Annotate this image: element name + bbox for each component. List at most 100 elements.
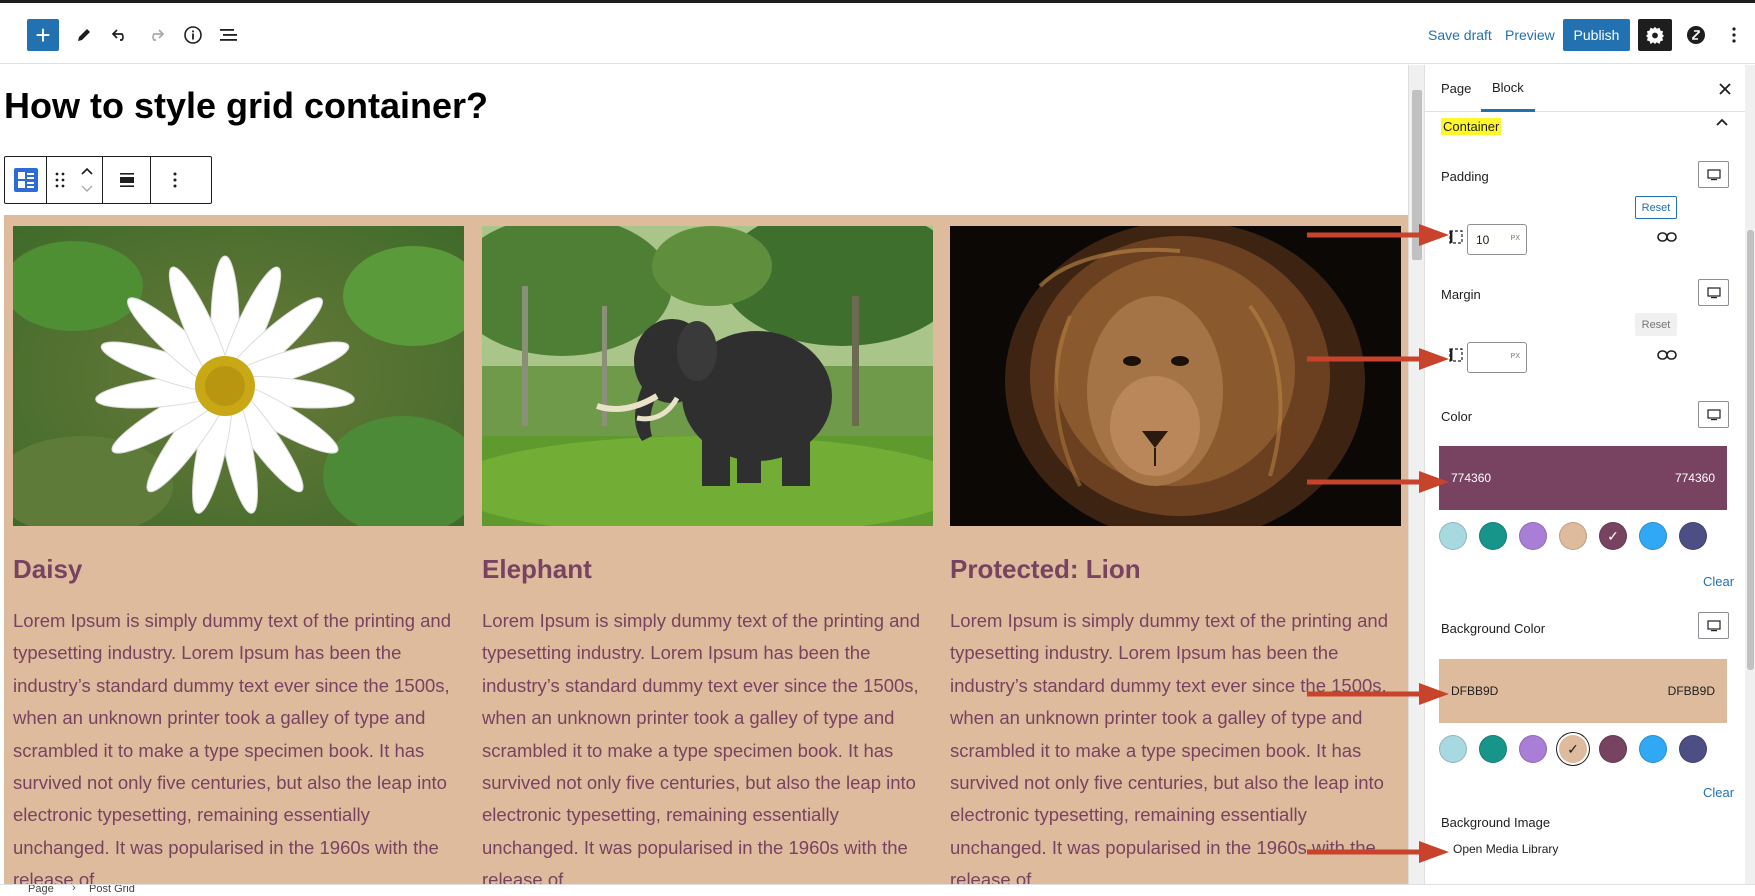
sidebar-scrollbar-thumb[interactable] — [1747, 230, 1754, 670]
tab-block[interactable]: Block — [1481, 65, 1535, 112]
details-button[interactable] — [177, 19, 209, 51]
move-up-down-icon[interactable] — [80, 165, 94, 195]
post-excerpt: Lorem Ipsum is simply dummy text of the … — [13, 610, 452, 884]
swatch-indigo[interactable] — [1679, 735, 1707, 763]
add-block-button[interactable]: + — [27, 19, 59, 51]
collapse-section-button[interactable] — [1715, 115, 1729, 132]
info-icon — [184, 26, 202, 44]
annotation-arrow — [1307, 348, 1449, 370]
drag-handle-icon[interactable] — [55, 172, 65, 188]
color-hex-left: 774360 — [1451, 471, 1492, 485]
post-grid-container[interactable]: Daisy Lorem Ipsum is simply dummy text o… — [4, 215, 1408, 884]
swatch-indigo[interactable] — [1679, 522, 1707, 550]
check-icon: ✓ — [1607, 527, 1619, 544]
margin-unit[interactable]: PX — [1511, 353, 1520, 360]
page-title[interactable]: How to style grid container? — [4, 85, 488, 127]
block-toolbar — [4, 156, 212, 204]
desktop-icon — [1706, 168, 1721, 180]
box-sides-icon[interactable] — [1449, 230, 1463, 244]
color-hex-right: 774360 — [1674, 471, 1715, 485]
breadcrumb: Page › Post Grid — [0, 884, 1755, 896]
list-view-icon — [220, 29, 237, 41]
color-clear-button[interactable]: Clear — [1703, 574, 1734, 589]
post-title[interactable]: Daisy — [13, 554, 464, 585]
swatch-tan[interactable] — [1559, 522, 1587, 550]
open-media-library-button[interactable]: Open Media Library — [1453, 842, 1558, 856]
publish-button[interactable]: Publish — [1563, 19, 1630, 51]
swatch-purple[interactable] — [1519, 735, 1547, 763]
settings-sidebar: Page Block Container Padding Reset 10 PX… — [1424, 65, 1755, 884]
padding-input[interactable]: 10 PX — [1467, 224, 1527, 255]
post-card: Daisy Lorem Ipsum is simply dummy text o… — [13, 226, 464, 884]
daisy-image[interactable] — [13, 226, 464, 526]
post-title[interactable]: Protected: Lion — [950, 554, 1401, 585]
padding-unit[interactable]: PX — [1511, 235, 1520, 242]
close-sidebar-button[interactable] — [1715, 65, 1735, 112]
settings-button[interactable] — [1638, 19, 1672, 51]
plugin-icon — [1687, 26, 1705, 44]
list-view-button[interactable] — [213, 19, 245, 51]
background-swatches: ✓ — [1439, 735, 1729, 763]
text-color-picker[interactable]: 774360 774360 — [1439, 446, 1727, 510]
drag-move-group — [47, 157, 103, 203]
margin-input[interactable]: PX — [1467, 342, 1527, 373]
post-title[interactable]: Elephant — [482, 554, 933, 585]
block-options-button[interactable] — [151, 157, 199, 203]
tab-page[interactable]: Page — [1441, 65, 1471, 112]
save-draft-button[interactable]: Save draft — [1428, 19, 1492, 51]
more-menu-button[interactable] — [1718, 19, 1750, 51]
swatch-light-blue[interactable] — [1439, 522, 1467, 550]
sidebar-tabs: Page Block — [1425, 65, 1755, 112]
background-color-label: Background Color — [1441, 621, 1546, 636]
desktop-icon — [1706, 619, 1721, 631]
gear-icon — [1646, 26, 1664, 44]
color-label: Color — [1441, 409, 1473, 424]
padding-label: Padding — [1441, 169, 1489, 184]
swatch-tan-selected[interactable]: ✓ — [1559, 735, 1587, 763]
swatch-plum[interactable] — [1599, 735, 1627, 763]
link-icon[interactable] — [1657, 348, 1677, 362]
margin-device-button[interactable] — [1698, 279, 1729, 306]
redo-button[interactable] — [140, 19, 172, 51]
link-icon[interactable] — [1657, 230, 1677, 244]
undo-icon — [111, 29, 124, 41]
background-color-picker[interactable]: DFBB9D DFBB9D — [1439, 659, 1727, 723]
elephant-image[interactable] — [482, 226, 933, 526]
undo-button[interactable] — [104, 19, 136, 51]
background-color-device-button[interactable] — [1698, 612, 1729, 639]
breadcrumb-page[interactable]: Page — [28, 885, 54, 895]
box-sides-icon[interactable] — [1449, 348, 1463, 362]
annotation-arrow — [1307, 841, 1449, 863]
chevron-up-icon — [1716, 118, 1728, 126]
swatch-plum-selected[interactable]: ✓ — [1599, 522, 1627, 550]
swatch-light-blue[interactable] — [1439, 735, 1467, 763]
margin-label: Margin — [1441, 287, 1481, 302]
plus-icon: + — [35, 20, 51, 50]
align-button[interactable] — [103, 157, 151, 203]
margin-reset-button[interactable]: Reset — [1635, 313, 1677, 336]
check-icon: ✓ — [1567, 740, 1579, 757]
container-section-title[interactable]: Container — [1441, 118, 1502, 135]
color-device-button[interactable] — [1698, 401, 1729, 428]
block-type-button[interactable] — [5, 157, 47, 203]
background-clear-button[interactable]: Clear — [1703, 785, 1734, 800]
close-icon — [1719, 82, 1731, 95]
swatch-purple[interactable] — [1519, 522, 1547, 550]
chevron-right-icon: › — [72, 884, 76, 894]
tools-button[interactable] — [68, 19, 100, 51]
swatch-teal[interactable] — [1479, 522, 1507, 550]
padding-value: 10 — [1476, 232, 1490, 247]
redo-icon — [152, 29, 165, 41]
sidebar-scrollbar[interactable] — [1745, 65, 1755, 884]
breadcrumb-post-grid[interactable]: Post Grid — [89, 885, 135, 895]
swatch-blue[interactable] — [1639, 522, 1667, 550]
align-icon — [119, 173, 134, 187]
padding-reset-button[interactable]: Reset — [1635, 196, 1677, 219]
plugin-button[interactable] — [1680, 19, 1712, 51]
swatch-blue[interactable] — [1639, 735, 1667, 763]
post-card: Protected: Lion Lorem Ipsum is simply du… — [950, 226, 1401, 884]
preview-button[interactable]: Preview — [1505, 19, 1555, 51]
padding-device-button[interactable] — [1698, 161, 1729, 188]
swatch-teal[interactable] — [1479, 735, 1507, 763]
pencil-icon — [78, 29, 90, 41]
